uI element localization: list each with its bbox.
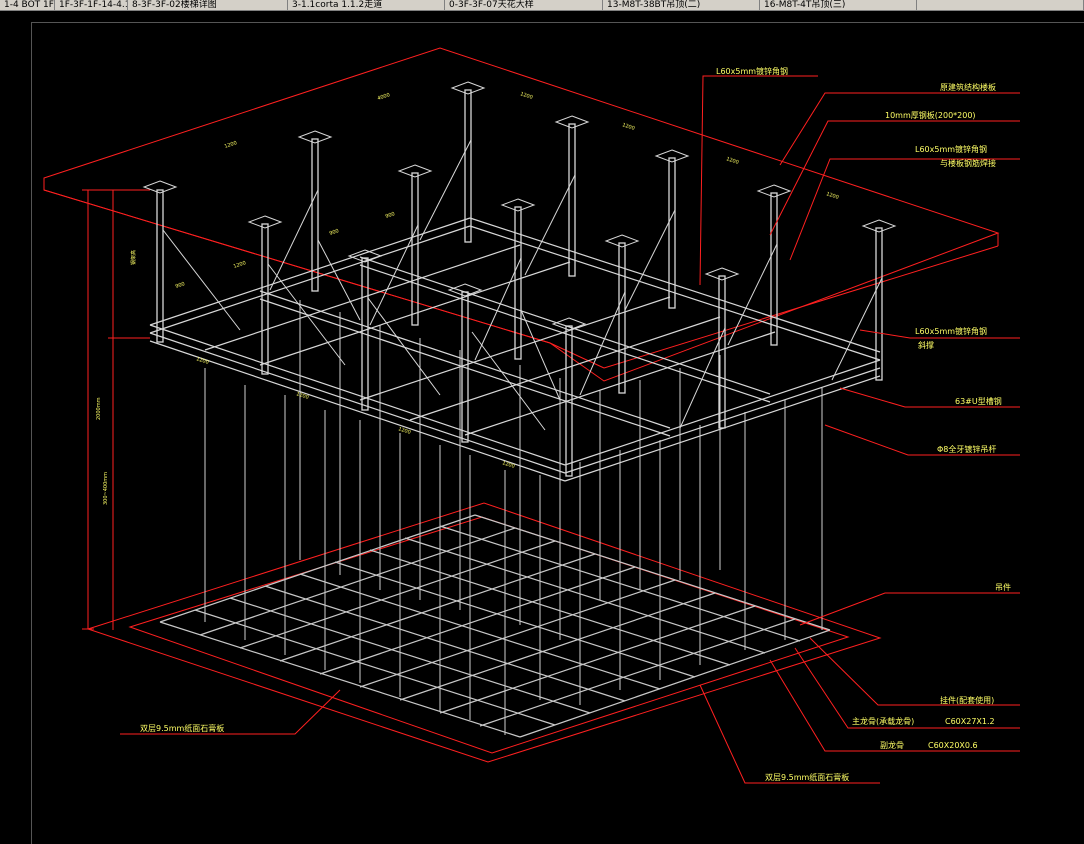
cad-drawing-canvas[interactable]: L60x5mm镀锌角钢 原建筑结构楼板 10mm厚钢板(200*200) L60… (0, 10, 1084, 844)
dim-label: 1200 (224, 140, 238, 150)
tab-2[interactable]: 1F-3F-1F-14-4.1.1服务区 (55, 0, 128, 10)
annotation-hanger: 吊件 (995, 582, 1011, 592)
tab-5[interactable]: 0-3F-3F-07天花大样 (445, 0, 603, 10)
dim-label: 900 (175, 281, 186, 290)
ceiling-keel-grid (159, 514, 831, 738)
annotation-gypsum-left: 双层9.5mm纸面石膏板 (140, 723, 224, 733)
annotation-angle-steel-top: L60x5mm镀锌角钢 (716, 66, 788, 76)
dim-label: 1200 (501, 460, 515, 470)
dim-label: 900 (329, 228, 340, 237)
dim-label: 1200 (295, 391, 309, 401)
annotation-hanger-rod: Φ8全牙镀锌吊杆 (937, 444, 996, 454)
dim-label: 1200 (195, 356, 209, 366)
annotation-channel-steel: 63#U型槽钢 (955, 396, 1002, 406)
tab-1[interactable]: 1-4 BOT 1F/1 (0, 0, 55, 10)
tab-8[interactable] (917, 0, 1084, 10)
dim-label: 1200 (621, 122, 635, 132)
dim-label: 4000 (377, 92, 391, 102)
annotation-main-keel: 主龙骨(承载龙骨) (852, 716, 914, 726)
annotation-gypsum-right: 双层9.5mm纸面石膏板 (765, 772, 849, 782)
tab-6[interactable]: 13-M8T-38BT吊顶(二) (603, 0, 760, 10)
annotation-clip: 挂件(配套使用) (940, 695, 994, 705)
annotation-slab: 原建筑结构楼板 (940, 82, 996, 92)
hanger-rods (204, 300, 823, 735)
annotation-brace: 斜撑 (918, 340, 934, 350)
dim-label: 1200 (825, 191, 839, 201)
dim-label-vertical: 钢架高 (130, 250, 137, 265)
tab-3[interactable]: 8-3F-3F-02楼梯详图 (128, 0, 288, 10)
annotation-main-keel-spec: C60X27X1.2 (945, 717, 995, 726)
dim-label: 900 (385, 211, 396, 220)
dim-label-vertical: 300~400mm (103, 472, 109, 505)
height-dimensions (82, 189, 150, 630)
dim-label: 1200 (725, 156, 739, 166)
dim-label: 1200 (519, 91, 533, 101)
dim-label: 1200 (233, 260, 247, 270)
annotation-steel-plate: 10mm厚钢板(200*200) (885, 110, 976, 120)
tab-7[interactable]: 16-M8T-4T吊顶(三) (760, 0, 917, 10)
annotation-angle-steel-2: L60x5mm镀锌角钢 (915, 144, 987, 154)
dim-label: 1200 (397, 426, 411, 436)
annotation-sub-keel-spec: C60X20X0.6 (928, 741, 978, 750)
annotation-angle-steel-3: L60x5mm镀锌角钢 (915, 326, 987, 336)
leader-lines (120, 75, 1020, 784)
tab-4[interactable]: 3-1.1corta 1.1.2走道 (288, 0, 445, 10)
steel-plates (142, 81, 897, 331)
annotation-weld: 与楼板钢筋焊接 (940, 158, 996, 168)
annotation-sub-keel: 副龙骨 (880, 740, 904, 750)
dim-label-vertical: 2000mm (96, 397, 102, 420)
